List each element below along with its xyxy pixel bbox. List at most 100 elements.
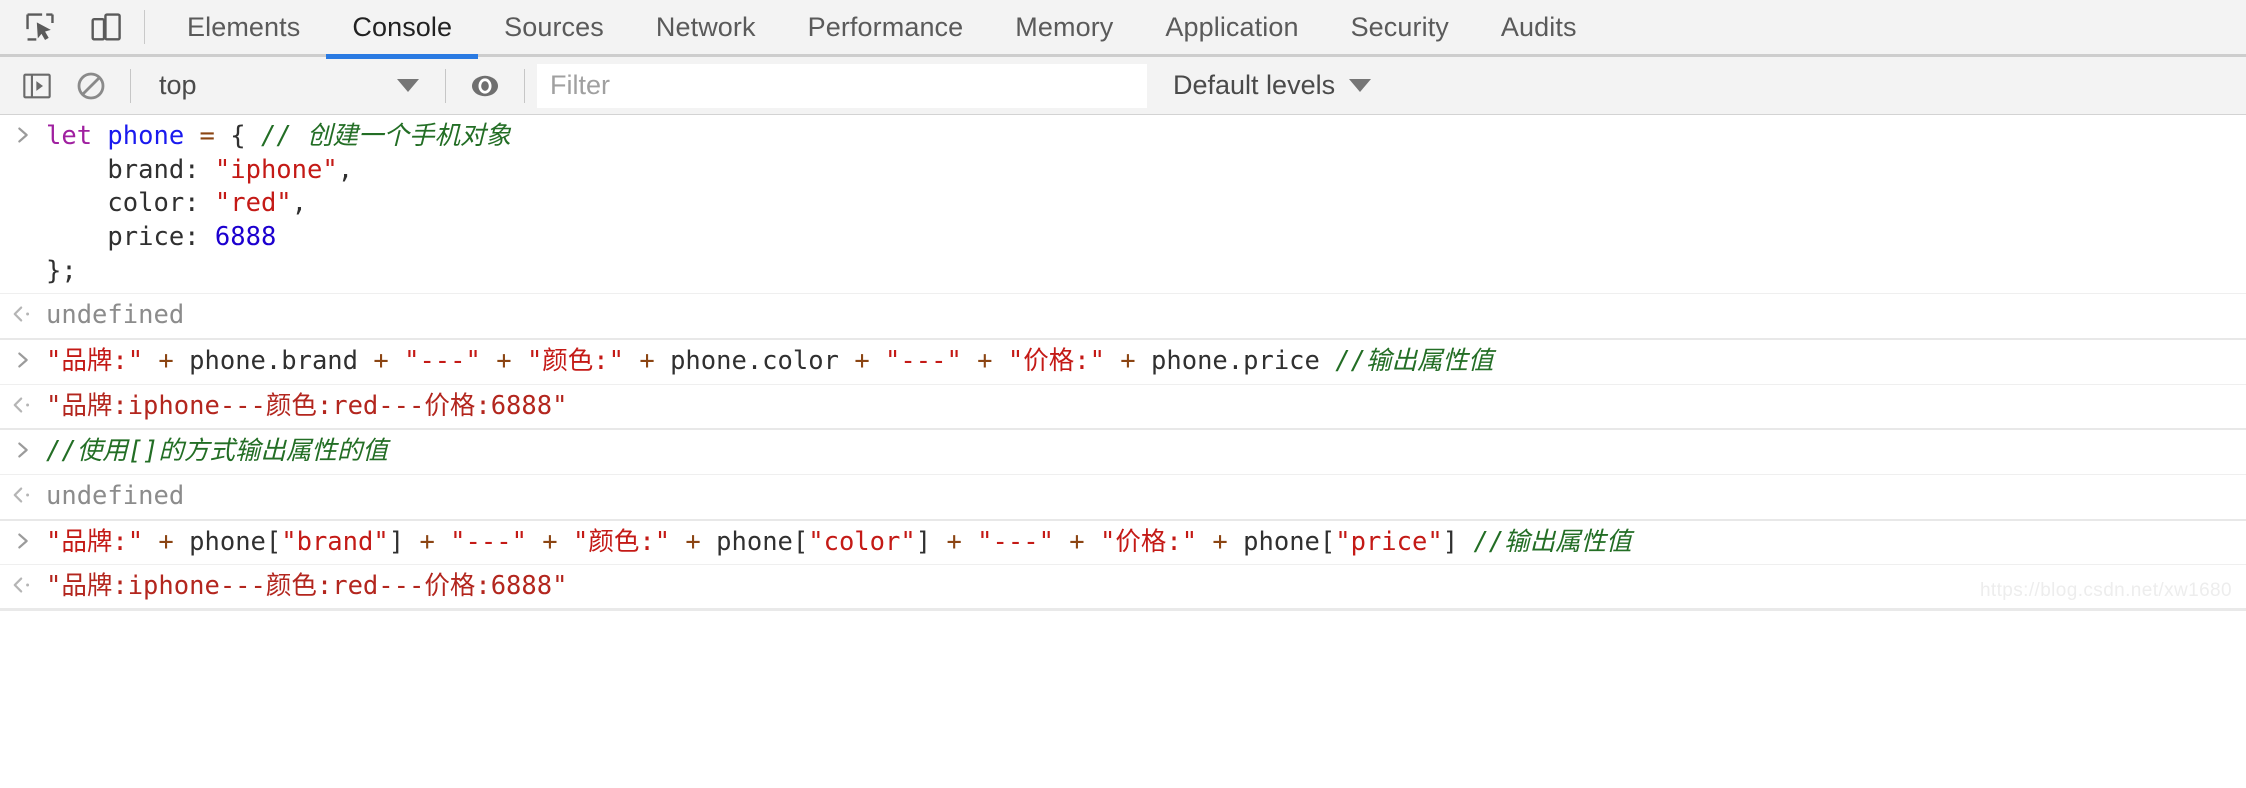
console-message-list[interactable]: let phone = { // 创建一个手机对象 brand: "iphone… [0, 115, 2246, 611]
tab-label: Memory [1015, 11, 1114, 42]
console-input-row[interactable]: let phone = { // 创建一个手机对象 brand: "iphone… [0, 115, 2246, 295]
console-output-row[interactable]: "品牌:iphone---颜色:red---价格:6888" [0, 565, 2246, 611]
tab-audits[interactable]: Audits [1475, 0, 1603, 56]
prompt-arrow-icon [0, 120, 46, 146]
token-pun: brand: [46, 154, 215, 185]
token-op: = [199, 121, 215, 151]
token-pun: { [214, 121, 261, 151]
token-str: "---" [450, 526, 527, 557]
token-pun [143, 346, 158, 376]
tab-security[interactable]: Security [1325, 0, 1475, 56]
token-pun [92, 121, 107, 151]
inspect-element-icon[interactable] [14, 3, 66, 51]
token-op: + [946, 526, 962, 557]
token-op: + [158, 526, 174, 557]
token-pun: phone[ [173, 526, 282, 557]
token-pun: phone[ [700, 526, 809, 557]
token-pun: , [291, 188, 308, 219]
tab-label: Audits [1500, 11, 1577, 42]
token-pun [481, 346, 496, 376]
console-code-text: "品牌:" + phone.brand + "---" + "颜色:" + ph… [46, 345, 2246, 379]
prompt-arrow-icon [0, 435, 46, 461]
live-expression-eye-icon[interactable] [458, 61, 512, 111]
token-str: "brand" [281, 526, 389, 557]
console-code-text: "品牌:" + phone["brand"] + "---" + "颜色:" +… [46, 526, 2246, 560]
token-num: 6888 [214, 221, 277, 252]
token-pun [558, 527, 573, 557]
token-op: + [158, 345, 174, 376]
prompt-arrow-icon [0, 345, 46, 371]
token-pun [1054, 527, 1069, 557]
token-undef: undefined [46, 300, 185, 331]
token-pun: ] [915, 526, 947, 557]
clear-console-icon[interactable] [64, 61, 118, 111]
token-str: "---" [885, 345, 962, 376]
tabbar-divider [144, 10, 145, 44]
console-code-text: let phone = { // 创建一个手机对象 brand: "iphone… [46, 120, 2246, 288]
token-pun [993, 346, 1008, 376]
token-str: "颜色:" [573, 526, 671, 557]
execution-context-selector[interactable]: top [143, 61, 433, 111]
token-pun: color: [46, 188, 215, 219]
token-pun [670, 527, 685, 557]
token-cmt: //输出属性值 [1335, 345, 1494, 376]
token-var: phone [107, 121, 185, 151]
toolbar-divider-1 [130, 68, 131, 103]
result-arrow-icon [0, 570, 46, 596]
tab-console[interactable]: Console [326, 0, 478, 59]
chevron-down-icon [1349, 79, 1372, 92]
token-op: + [639, 345, 655, 376]
console-sidebar-icon[interactable] [10, 61, 64, 111]
filter-input[interactable] [537, 63, 1147, 108]
token-str: "red" [214, 188, 292, 219]
token-pun [184, 121, 199, 151]
console-output-row[interactable]: undefined [0, 294, 2246, 340]
token-pun: phone.price [1135, 345, 1336, 376]
console-bottom-rule [0, 607, 2246, 611]
token-str: "iphone" [214, 154, 338, 185]
token-res-str: "品牌:iphone---颜色:red---价格:6888" [46, 571, 568, 602]
tab-performance[interactable]: Performance [782, 0, 990, 56]
token-pun [870, 346, 885, 376]
token-cmt: //输出属性值 [1473, 526, 1632, 557]
token-kw: let [46, 121, 93, 151]
log-levels-selector[interactable]: Default levels [1173, 70, 1372, 101]
token-str: "颜色:" [526, 345, 624, 376]
tab-sources[interactable]: Sources [478, 0, 630, 56]
token-str: "价格:" [1007, 345, 1105, 376]
token-op: + [1212, 526, 1228, 557]
toolbar-divider-3 [524, 68, 525, 103]
console-input-row[interactable]: //使用[]的方式输出属性的值 [0, 430, 2246, 475]
result-arrow-icon [0, 480, 46, 506]
token-op: + [685, 526, 701, 557]
token-str: "品牌:" [46, 526, 144, 557]
token-op: + [419, 526, 435, 557]
prompt-arrow-icon [0, 526, 46, 552]
token-pun: phone.color [654, 345, 855, 376]
token-str: "price" [1335, 526, 1443, 557]
tab-memory[interactable]: Memory [989, 0, 1139, 56]
console-input-row[interactable]: "品牌:" + phone["brand"] + "---" + "颜色:" +… [0, 520, 2246, 566]
token-str: "---" [977, 526, 1054, 557]
token-op: + [1120, 345, 1136, 376]
tab-label: Console [352, 11, 453, 42]
console-output-row[interactable]: undefined [0, 474, 2246, 521]
device-toolbar-icon[interactable] [80, 3, 132, 51]
token-pun [389, 346, 404, 376]
execution-context-value: top [159, 70, 197, 100]
token-pun: phone.brand [173, 345, 374, 376]
console-output-row[interactable]: "品牌:iphone---颜色:red---价格:6888" [0, 384, 2246, 431]
token-pun: }; [46, 255, 77, 286]
tab-elements[interactable]: Elements [161, 0, 326, 56]
token-str: "价格:" [1100, 526, 1198, 557]
console-code-text: undefined [46, 299, 2246, 333]
token-pun: ] [388, 526, 420, 557]
tab-network[interactable]: Network [630, 0, 782, 56]
token-pun: ] [1442, 526, 1474, 557]
tab-label: Sources [504, 11, 604, 42]
token-pun [143, 527, 158, 557]
token-str: "color" [808, 526, 916, 557]
console-input-row[interactable]: "品牌:" + phone.brand + "---" + "颜色:" + ph… [0, 339, 2246, 385]
tab-label: Elements [187, 11, 301, 42]
tab-application[interactable]: Application [1139, 0, 1324, 56]
